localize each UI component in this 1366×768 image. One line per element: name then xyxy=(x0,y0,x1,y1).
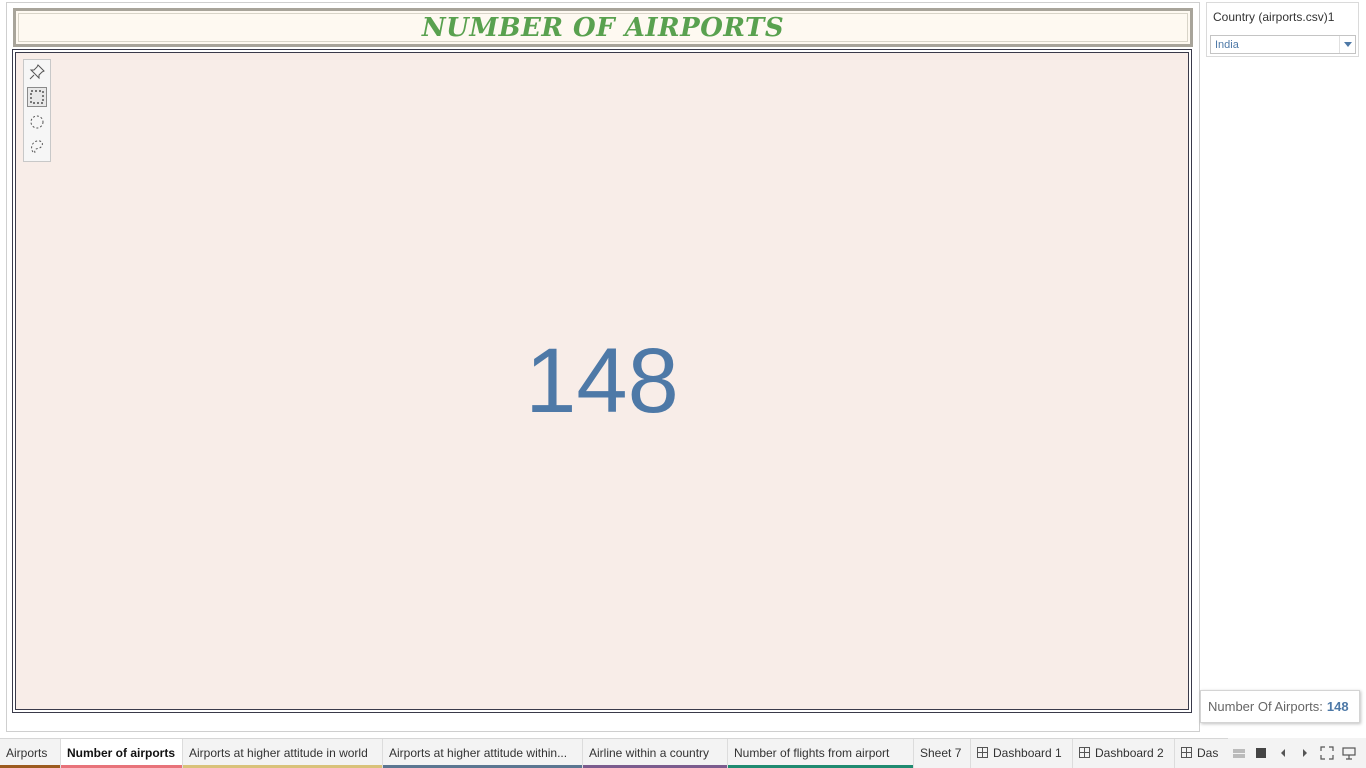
viz-canvas[interactable]: 148 xyxy=(15,52,1189,710)
tab-label: Airline within a country xyxy=(589,746,710,760)
radial-select-icon[interactable] xyxy=(27,112,47,132)
fullscreen-icon[interactable] xyxy=(1316,742,1338,764)
tab-controls xyxy=(1228,738,1366,768)
country-filter: Country (airports.csv)1 India xyxy=(1206,2,1359,57)
tab-number-of-airports[interactable]: Number of airports xyxy=(61,739,183,768)
chevron-down-icon[interactable] xyxy=(1339,36,1355,53)
tab-label: Airports at higher attitude within... xyxy=(389,746,568,760)
presentation-mode-icon[interactable] xyxy=(1338,742,1360,764)
tab-label: Dashboard 1 xyxy=(993,746,1062,760)
tab-number-of-flights[interactable]: Number of flights from airport xyxy=(728,739,914,768)
tab-dashboard-3[interactable]: Das xyxy=(1175,739,1228,768)
lasso-select-icon[interactable] xyxy=(27,137,47,157)
tab-label: Sheet 7 xyxy=(920,746,962,760)
tab-label: Number of flights from airport xyxy=(734,746,890,760)
tooltip-value: 148 xyxy=(1326,699,1349,714)
pin-icon[interactable] xyxy=(27,62,47,82)
tab-label: Dashboard 2 xyxy=(1095,746,1164,760)
tab-airports[interactable]: Airports xyxy=(0,739,61,768)
dashboard-icon xyxy=(1079,747,1090,758)
country-dropdown[interactable]: India xyxy=(1210,35,1356,54)
tab-airline-within-country[interactable]: Airline within a country xyxy=(583,739,728,768)
selection-toolbar xyxy=(23,59,51,162)
tableau-window: NUMBER OF AIRPORTS 148 Country (airports… xyxy=(0,0,1366,768)
scroll-right-icon[interactable] xyxy=(1294,742,1316,764)
tab-dashboard-1[interactable]: Dashboard 1 xyxy=(971,739,1073,768)
show-tabs-icon[interactable] xyxy=(1250,742,1272,764)
kpi-value[interactable]: 148 xyxy=(16,335,1188,427)
tooltip-label: Number Of Airports: xyxy=(1208,699,1323,714)
tab-sheet-7[interactable]: Sheet 7 xyxy=(914,739,971,768)
country-dropdown-value: India xyxy=(1215,39,1239,51)
dashboard-icon xyxy=(1181,747,1192,758)
tab-label: Das xyxy=(1197,746,1219,760)
tab-airports-higher-altitude-world[interactable]: Airports at higher attitude in world xyxy=(183,739,383,768)
show-filmstrip-icon[interactable] xyxy=(1228,742,1250,764)
tooltip: Number Of Airports: 148 xyxy=(1200,690,1360,723)
filter-title: Country (airports.csv)1 xyxy=(1213,10,1335,24)
viz-area[interactable]: 148 xyxy=(12,49,1192,713)
dashboard-icon xyxy=(977,747,988,758)
scroll-left-icon[interactable] xyxy=(1272,742,1294,764)
tab-airports-higher-altitude-within[interactable]: Airports at higher attitude within... xyxy=(383,739,583,768)
page-title: NUMBER OF AIRPORTS xyxy=(421,12,785,43)
rectangle-select-icon[interactable] xyxy=(27,87,47,107)
sheet-tab-bar: Airports Number of airports Airports at … xyxy=(0,738,1366,768)
tab-dashboard-2[interactable]: Dashboard 2 xyxy=(1073,739,1175,768)
tab-label: Airports xyxy=(6,746,48,760)
tab-label: Number of airports xyxy=(67,746,176,760)
title-banner: NUMBER OF AIRPORTS xyxy=(13,8,1193,47)
tab-label: Airports at higher attitude in world xyxy=(189,746,368,760)
